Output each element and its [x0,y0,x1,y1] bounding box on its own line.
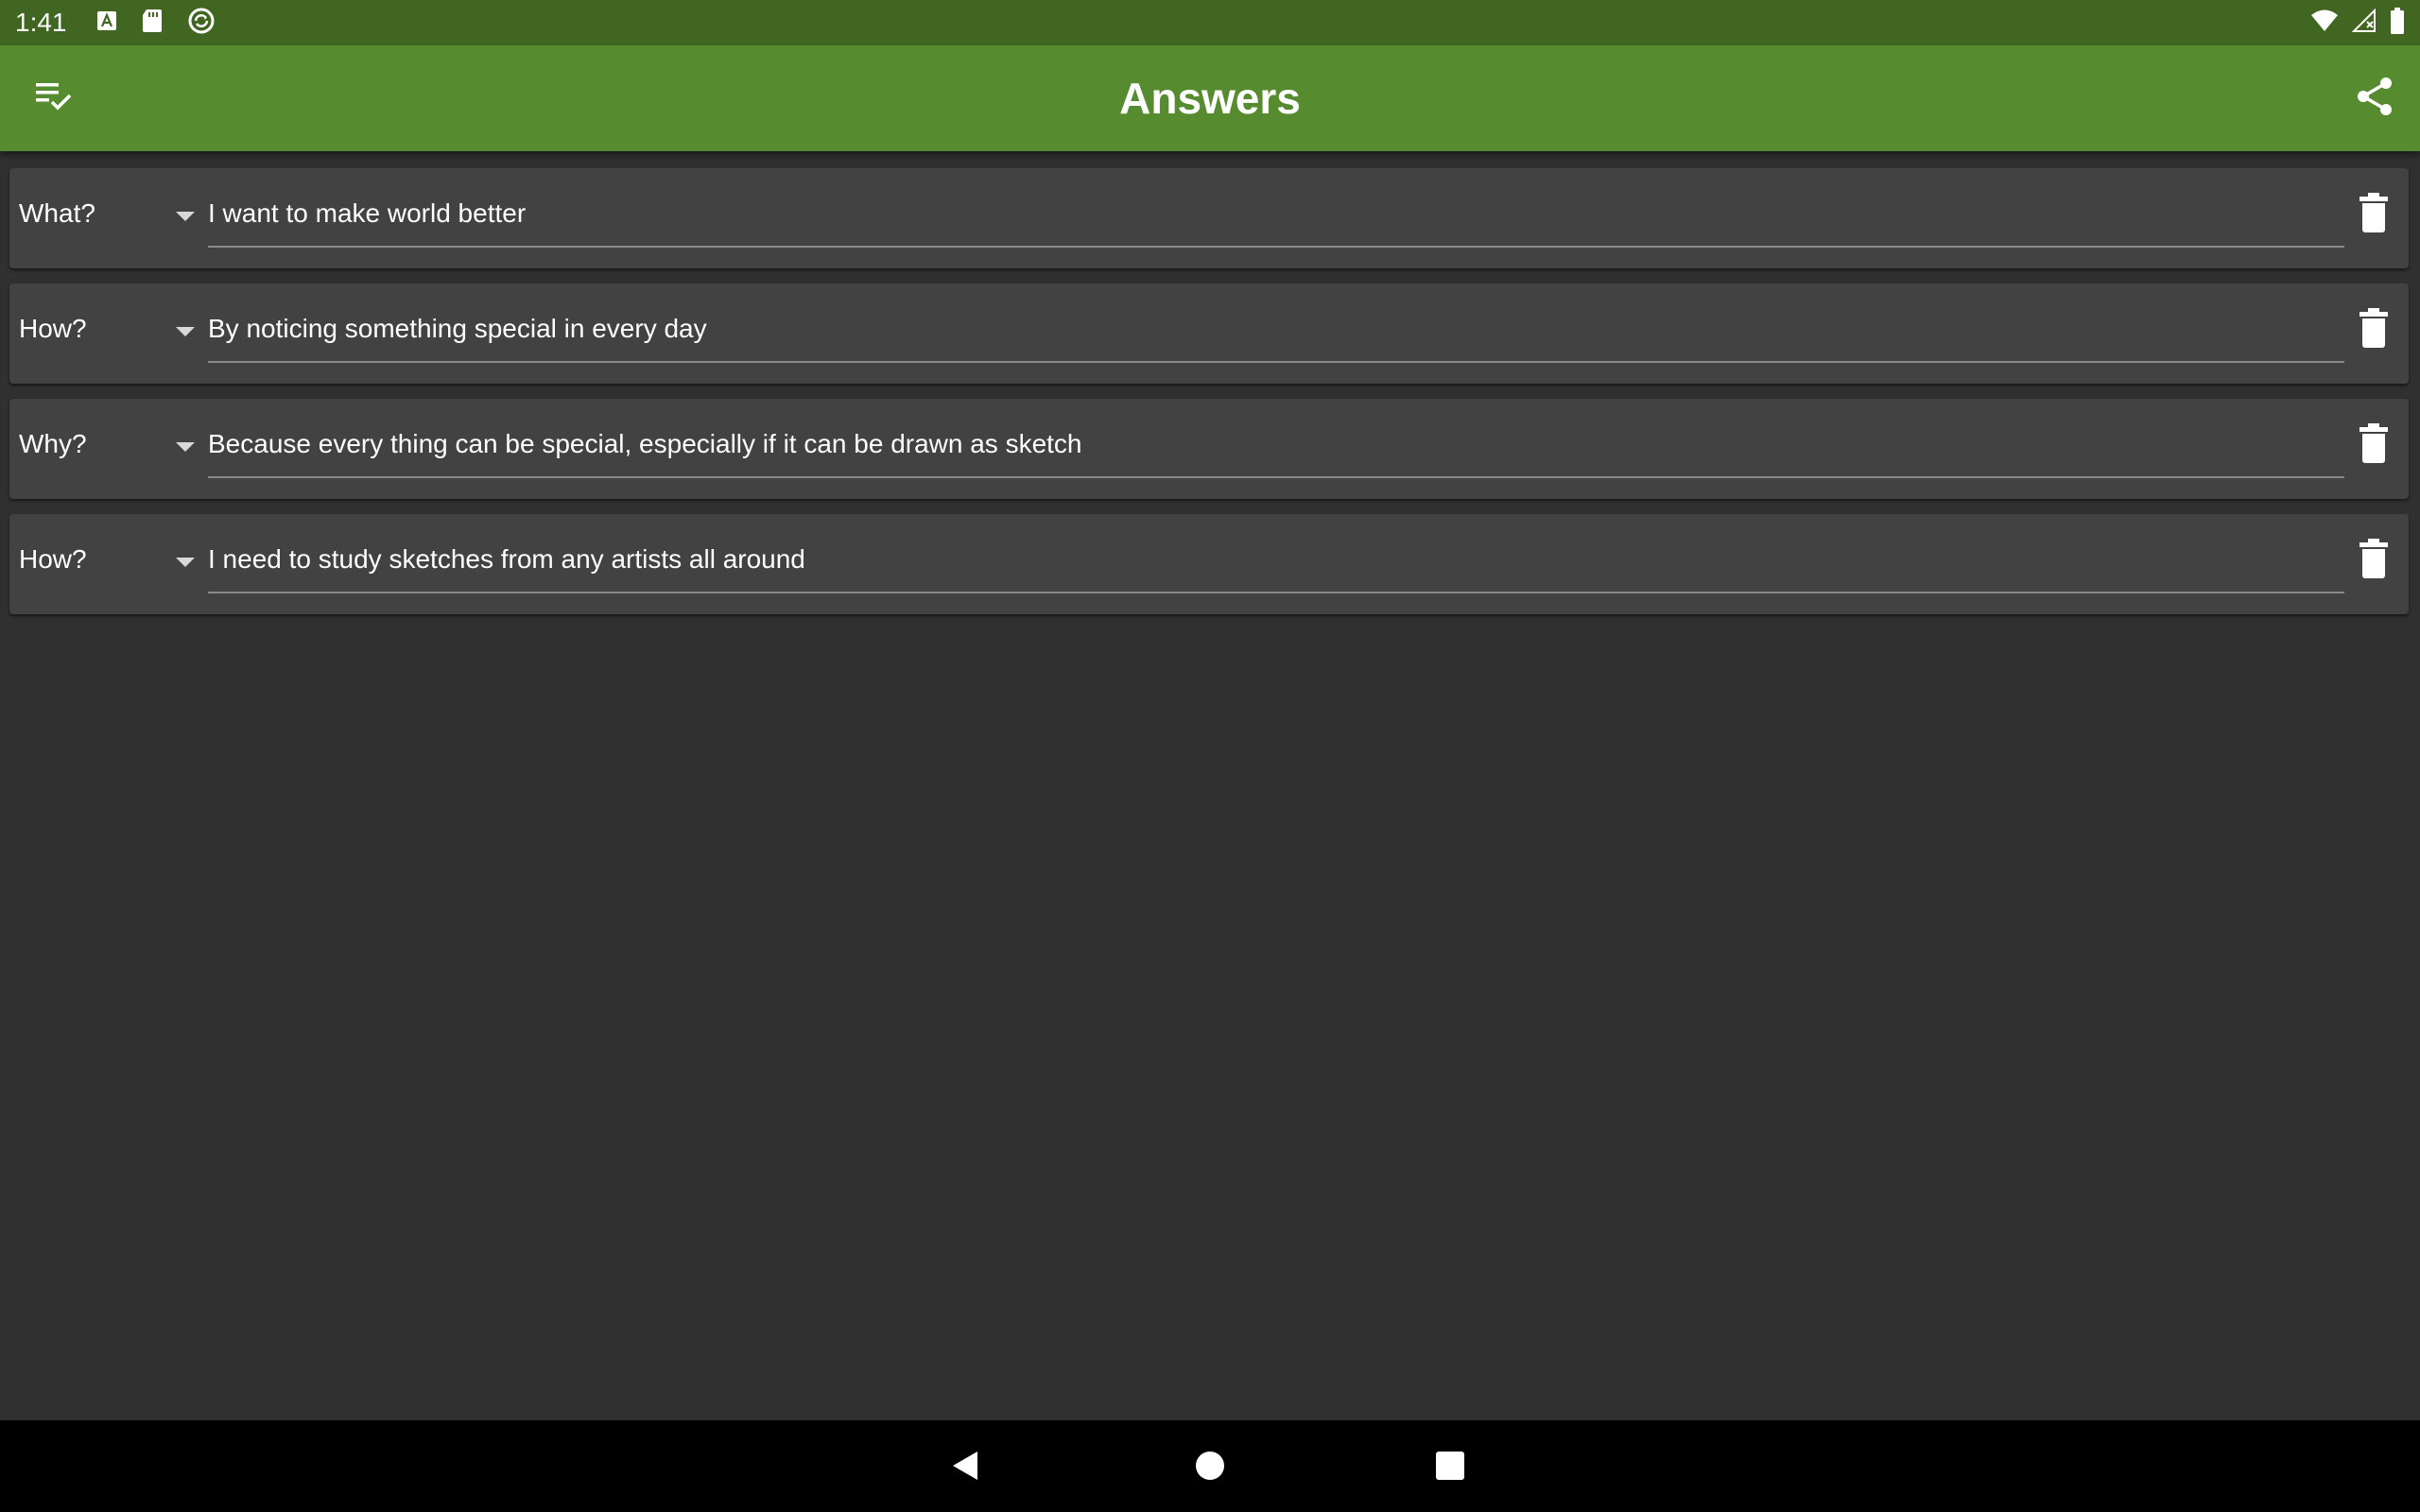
answer-row: What? I want to make world better [9,168,2409,268]
cell-signal-icon [2351,8,2377,38]
question-type-dropdown[interactable]: How? [19,514,199,614]
back-icon [949,1449,983,1487]
status-bar: 1:41 [0,0,2420,45]
answer-row: How? By noticing something special in ev… [9,284,2409,384]
answer-input[interactable]: By noticing something special in every d… [208,302,2344,363]
answer-row: How? I need to study sketches from any a… [9,514,2409,614]
question-type-label: How? [19,314,87,343]
battery-icon [2390,7,2405,39]
delete-button[interactable] [2348,304,2399,355]
dropdown-arrow-icon [176,212,195,221]
trash-icon [2355,192,2393,238]
answers-list: What? I want to make world better How? B… [0,151,2420,1420]
answer-row: Why? Because every thing can be special,… [9,399,2409,499]
playlist-check-icon [30,74,76,124]
share-button[interactable] [2348,72,2401,125]
wifi-icon [2310,9,2339,38]
recents-button[interactable] [1422,1439,1478,1496]
trash-icon [2355,538,2393,584]
question-type-dropdown[interactable]: How? [19,284,199,384]
app-bar: Answers [0,45,2420,151]
delete-button[interactable] [2348,535,2399,586]
answer-text: Because every thing can be special, espe… [208,429,1082,458]
delete-button[interactable] [2348,189,2399,240]
recents-icon [1433,1449,1467,1487]
font-a-icon [95,9,118,37]
sync-icon [186,6,216,41]
question-type-label: What? [19,198,95,228]
dropdown-arrow-icon [176,327,195,336]
question-type-dropdown[interactable]: Why? [19,399,199,499]
sd-card-icon [141,8,164,39]
answer-text: I need to study sketches from any artist… [208,544,805,574]
playlist-check-button[interactable] [26,72,79,125]
home-icon [1193,1449,1227,1487]
share-icon [2352,74,2397,124]
back-button[interactable] [938,1439,994,1496]
navigation-bar [0,1420,2420,1512]
dropdown-arrow-icon [176,558,195,567]
answer-text: I want to make world better [208,198,527,228]
status-time: 1:41 [15,8,67,37]
answer-text: By noticing something special in every d… [208,314,707,343]
answer-input[interactable]: I need to study sketches from any artist… [208,533,2344,593]
question-type-label: How? [19,544,87,574]
question-type-label: Why? [19,429,87,458]
answer-input[interactable]: Because every thing can be special, espe… [208,418,2344,478]
question-type-dropdown[interactable]: What? [19,168,199,268]
page-title: Answers [1119,74,1301,123]
delete-button[interactable] [2348,420,2399,471]
trash-icon [2355,307,2393,353]
dropdown-arrow-icon [176,442,195,452]
answer-input[interactable]: I want to make world better [208,187,2344,248]
home-button[interactable] [1182,1439,1238,1496]
trash-icon [2355,422,2393,469]
